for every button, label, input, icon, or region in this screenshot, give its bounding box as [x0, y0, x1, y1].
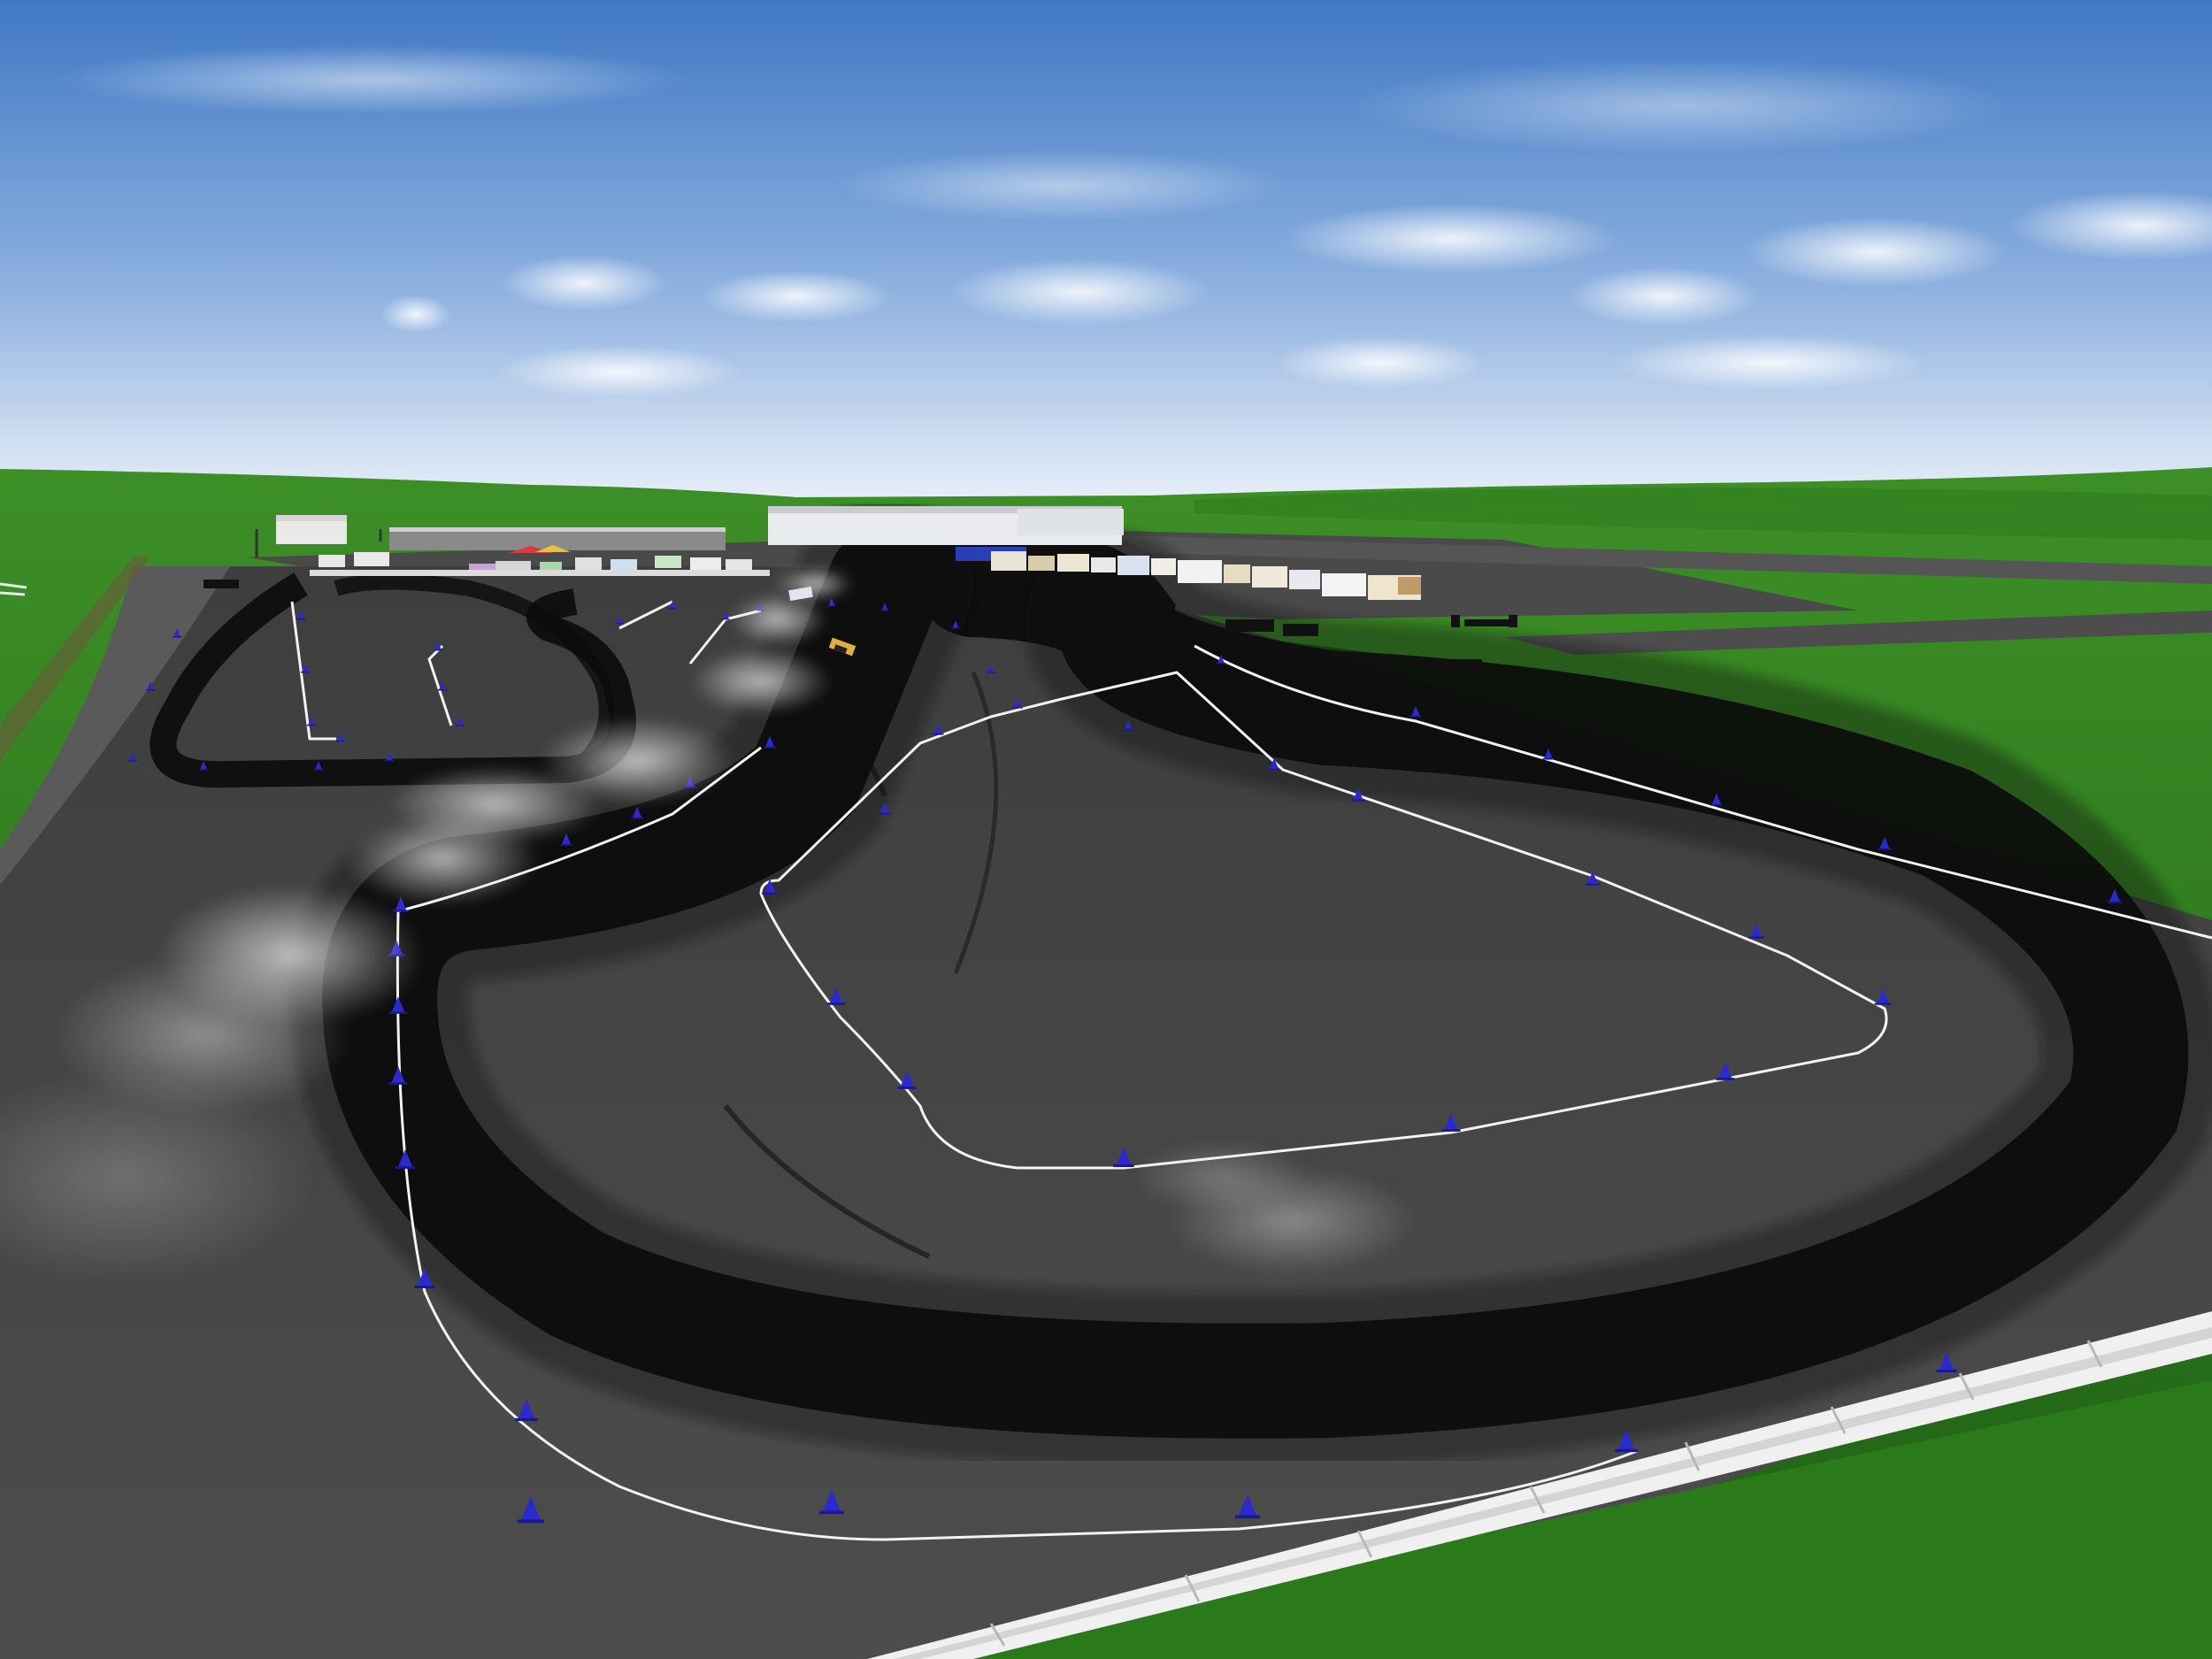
- cone-base: [395, 1166, 416, 1169]
- drift-track-scene: [0, 0, 2212, 1659]
- cone-base: [878, 812, 892, 815]
- cone-base: [818, 1510, 845, 1515]
- cone-base: [668, 608, 677, 610]
- cone-base: [1409, 715, 1422, 718]
- cone-base: [433, 649, 443, 651]
- cone-base: [172, 636, 182, 638]
- paddock-wall: [310, 570, 770, 576]
- cone-base: [1615, 1448, 1638, 1453]
- cone-base: [1123, 729, 1133, 731]
- left-garage: [276, 519, 347, 544]
- cone-base: [517, 1519, 545, 1524]
- cone-base: [721, 618, 730, 620]
- cone-base: [951, 627, 960, 629]
- cone-base: [762, 892, 778, 895]
- cone-base: [455, 725, 465, 726]
- cone-base: [897, 1087, 917, 1089]
- cone-base: [515, 1417, 538, 1422]
- cone-base: [1216, 663, 1226, 664]
- cone-base: [437, 689, 448, 691]
- cone-base: [384, 760, 395, 762]
- cone-base: [559, 843, 573, 846]
- cone-base: [127, 760, 138, 762]
- cone-base: [615, 623, 624, 625]
- cone-base: [1716, 1078, 1735, 1080]
- cone-base: [1542, 757, 1555, 760]
- cone-base: [763, 746, 777, 749]
- cone-base: [1234, 1515, 1261, 1519]
- cone-base: [630, 817, 644, 819]
- cone-base: [313, 769, 324, 771]
- cone-base: [414, 1286, 435, 1288]
- cone-base: [389, 1011, 407, 1014]
- cone-base: [932, 733, 944, 735]
- cone-base: [296, 618, 306, 620]
- cone-base: [1936, 1370, 1957, 1372]
- cone-base: [1878, 848, 1892, 850]
- cone-base: [1585, 883, 1601, 886]
- cone-base: [198, 769, 209, 771]
- cone-base: [827, 1002, 845, 1005]
- cone-base: [1267, 768, 1281, 771]
- cone-base: [2107, 901, 2123, 903]
- cone-base: [145, 689, 156, 691]
- cone-base: [388, 1082, 408, 1085]
- cone-base: [827, 605, 836, 607]
- cone-base: [306, 725, 317, 726]
- cone-base: [1709, 803, 1724, 806]
- cone-base: [1113, 1164, 1134, 1167]
- cone-base: [880, 610, 889, 611]
- cone-base: [1748, 936, 1764, 939]
- cone-base: [1874, 1002, 1892, 1005]
- cone-base: [1012, 707, 1023, 709]
- cone-base: [1441, 1129, 1461, 1132]
- cone-base: [1351, 799, 1365, 802]
